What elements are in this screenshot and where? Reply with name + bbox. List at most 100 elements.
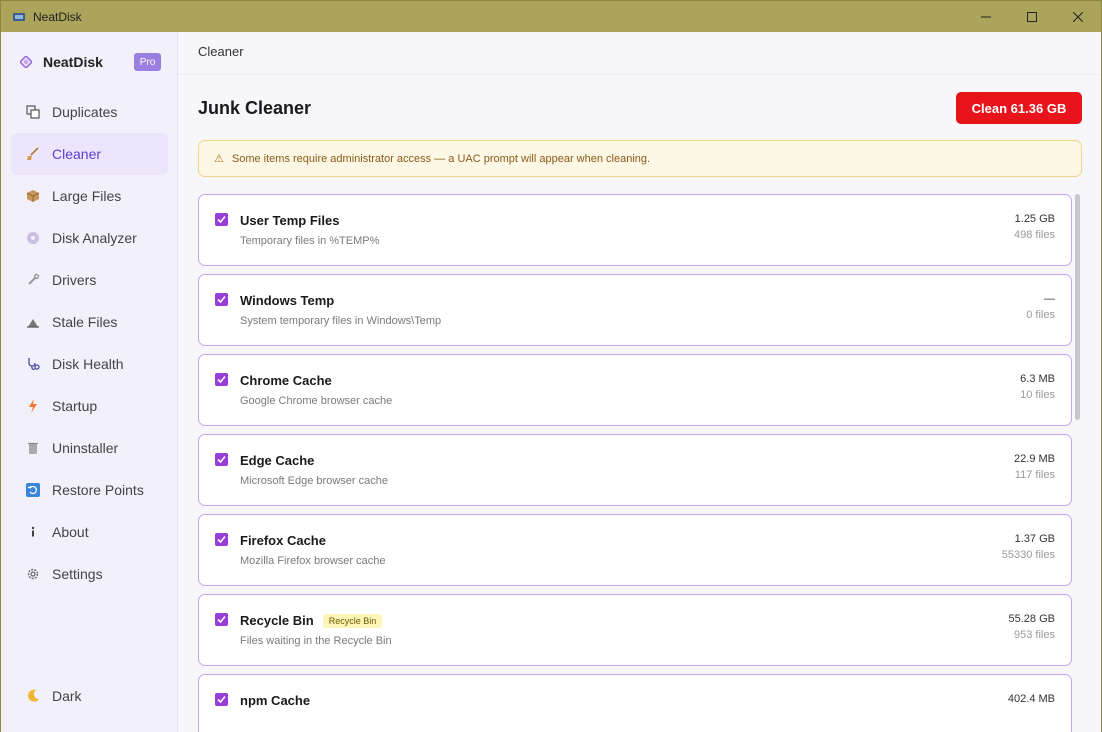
package-icon	[24, 187, 42, 205]
item-size: 402.4 MB	[1007, 693, 1055, 705]
disk-icon	[24, 229, 42, 247]
item-name: Edge Cache	[240, 453, 315, 468]
info-icon	[24, 523, 42, 541]
app-window: NeatDisk NeatDisk Pro Duplicates Cleaner…	[0, 0, 1102, 732]
item-description: System temporary files in Windows\Temp	[240, 315, 442, 327]
sidebar-item-label: Large Files	[52, 188, 122, 204]
moon-icon	[24, 687, 42, 705]
item-count: 55330 files	[1001, 549, 1055, 561]
sidebar-item-stale-files[interactable]: Stale Files	[11, 301, 168, 343]
list-item[interactable]: Firefox Cache Mozilla Firefox browser ca…	[198, 514, 1072, 586]
theme-toggle-label: Dark	[52, 688, 82, 704]
item-count: 10 files	[1020, 389, 1055, 401]
check-icon	[217, 375, 226, 384]
item-checkbox[interactable]	[215, 533, 228, 546]
wrench-icon	[24, 271, 42, 289]
item-count: 117 files	[1014, 469, 1055, 481]
sidebar-item-about[interactable]: About	[11, 511, 168, 553]
page-title: Junk Cleaner	[198, 98, 312, 118]
item-checkbox[interactable]	[215, 373, 228, 386]
list-item[interactable]: Edge Cache Microsoft Edge browser cache …	[198, 434, 1072, 506]
item-name: User Temp Files	[240, 213, 340, 228]
header-divider	[178, 74, 1101, 75]
close-button[interactable]	[1055, 1, 1101, 32]
broom-icon	[24, 145, 42, 163]
list-scrollbar[interactable]	[1075, 194, 1080, 420]
maximize-icon	[1027, 11, 1037, 22]
sidebar-item-label: Disk Health	[52, 356, 124, 372]
item-size: 22.9 MB	[1014, 453, 1055, 465]
admin-warning-alert: ⚠ Some items require administrator acces…	[198, 140, 1082, 177]
sidebar-item-settings[interactable]: Settings	[11, 553, 168, 595]
title-bar: NeatDisk	[1, 1, 1101, 32]
sidebar-item-restore-points[interactable]: Restore Points	[11, 469, 168, 511]
alert-text: Some items require administrator access …	[231, 152, 651, 165]
theme-toggle[interactable]: Dark	[11, 676, 168, 716]
duplicates-icon	[24, 103, 42, 121]
sidebar-item-label: About	[52, 524, 89, 540]
sidebar-item-label: Stale Files	[52, 314, 118, 330]
minimize-button[interactable]	[963, 1, 1009, 32]
item-checkbox[interactable]	[215, 613, 228, 626]
sidebar-item-label: Startup	[52, 398, 98, 414]
item-checkbox[interactable]	[215, 693, 228, 706]
check-icon	[217, 295, 226, 304]
list-item[interactable]: Chrome Cache Google Chrome browser cache…	[198, 354, 1072, 426]
item-description: Files waiting in the Recycle Bin	[240, 635, 392, 647]
sidebar-item-label: Cleaner	[52, 146, 102, 162]
item-size: 1.25 GB	[1014, 213, 1055, 225]
diamond-logo-icon	[19, 55, 33, 69]
item-description: Microsoft Edge browser cache	[240, 475, 388, 487]
list-item[interactable]: User Temp Files Temporary files in %TEMP…	[198, 194, 1072, 266]
hourglass-icon	[24, 313, 42, 331]
trash-icon	[24, 439, 42, 457]
pro-badge: Pro	[134, 53, 161, 71]
lightning-icon	[24, 397, 42, 415]
close-icon	[1073, 11, 1083, 22]
item-checkbox[interactable]	[215, 213, 228, 226]
sidebar-item-label: Uninstaller	[52, 440, 119, 456]
item-checkbox[interactable]	[215, 293, 228, 306]
sidebar-item-startup[interactable]: Startup	[11, 385, 168, 427]
brand-name: NeatDisk	[43, 54, 103, 70]
list-item[interactable]: Windows Temp System temporary files in W…	[198, 274, 1072, 346]
item-name: Windows Temp	[240, 293, 335, 308]
item-size: 55.28 GB	[1008, 613, 1055, 625]
clean-button[interactable]: Clean 61.36 GB	[956, 92, 1082, 124]
minimize-icon	[981, 16, 991, 17]
sidebar-item-uninstaller[interactable]: Uninstaller	[11, 427, 168, 469]
maximize-button[interactable]	[1009, 1, 1055, 32]
sidebar-item-large-files[interactable]: Large Files	[11, 175, 168, 217]
sidebar-item-label: Disk Analyzer	[52, 230, 137, 246]
brand: NeatDisk Pro	[1, 32, 178, 92]
check-icon	[217, 535, 226, 544]
list-item[interactable]: Recycle Bin Recycle Bin Files waiting in …	[198, 594, 1072, 666]
item-count: 0 files	[1026, 309, 1055, 321]
sidebar-item-label: Settings	[52, 566, 103, 582]
check-icon	[217, 215, 226, 224]
junk-items-list: User Temp Files Temporary files in %TEMP…	[198, 194, 1072, 732]
sidebar-item-label: Duplicates	[52, 104, 118, 120]
item-size: 6.3 MB	[1020, 373, 1055, 385]
list-item[interactable]: npm Cache 402.4 MB	[198, 674, 1072, 732]
gear-icon	[24, 565, 42, 583]
item-name: npm Cache	[240, 693, 311, 708]
item-description: Mozilla Firefox browser cache	[240, 555, 386, 567]
sidebar-item-disk-analyzer[interactable]: Disk Analyzer	[11, 217, 168, 259]
item-checkbox[interactable]	[215, 453, 228, 466]
sidebar-nav: Duplicates Cleaner Large Files Disk Anal…	[11, 91, 168, 595]
item-name: Chrome Cache	[240, 373, 332, 388]
sidebar-item-duplicates[interactable]: Duplicates	[11, 91, 168, 133]
sidebar: NeatDisk Pro Duplicates Cleaner Large Fi…	[1, 32, 178, 732]
item-name: Recycle Bin Recycle Bin	[240, 613, 383, 628]
sidebar-item-disk-health[interactable]: Disk Health	[11, 343, 168, 385]
window-controls	[963, 1, 1101, 32]
item-description: Temporary files in %TEMP%	[240, 235, 380, 247]
warning-icon: ⚠	[214, 153, 224, 165]
item-description: Google Chrome browser cache	[240, 395, 393, 407]
breadcrumb: Cleaner	[198, 44, 244, 59]
item-name: Firefox Cache	[240, 533, 326, 548]
sidebar-item-cleaner[interactable]: Cleaner	[11, 133, 168, 175]
restore-icon	[24, 481, 42, 499]
sidebar-item-drivers[interactable]: Drivers	[11, 259, 168, 301]
